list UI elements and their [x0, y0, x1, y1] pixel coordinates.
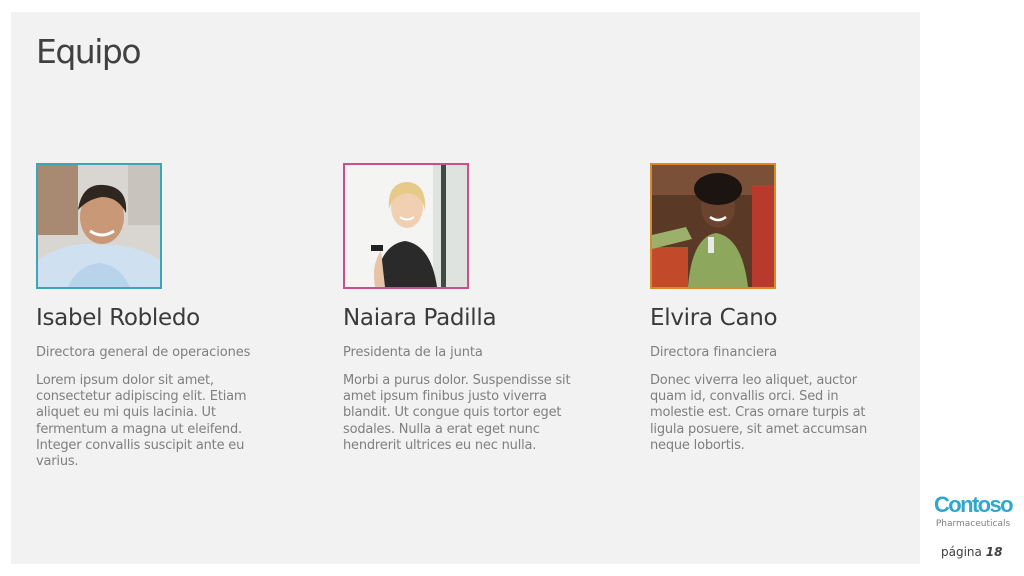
member-role[interactable]: Directora general de operaciones [36, 345, 276, 360]
company-logo: Contoso Pharmaceuticals [928, 493, 1018, 531]
page-number-value: 18 [985, 545, 1003, 559]
team-member-card: Isabel Robledo Directora general de oper… [36, 163, 276, 470]
logo-subtitle: Pharmaceuticals [935, 519, 1011, 529]
woman-portrait-image [652, 165, 774, 287]
member-name[interactable]: Naiara Padilla [343, 305, 583, 331]
member-role[interactable]: Directora financiera [650, 345, 890, 360]
member-role[interactable]: Presidenta de la junta [343, 345, 583, 360]
member-name[interactable]: Isabel Robledo [36, 305, 276, 331]
member-name[interactable]: Elvira Cano [650, 305, 890, 331]
member-bio[interactable]: Lorem ipsum dolor sit amet, consectetur … [36, 373, 268, 470]
member-bio[interactable]: Donec viverra leo aliquet, auctor quam i… [650, 373, 882, 454]
logo-wordmark: Contoso [933, 492, 1014, 517]
member-photo[interactable] [36, 163, 162, 289]
team-member-card: Elvira Cano Directora financiera Donec v… [650, 163, 890, 454]
member-photo[interactable] [343, 163, 469, 289]
slide-canvas: Equipo Isabel Robledo Directora general … [11, 12, 920, 564]
member-photo[interactable] [650, 163, 776, 289]
woman-portrait-image [345, 165, 467, 287]
slide-title[interactable]: Equipo [36, 32, 142, 71]
team-member-card: Naiara Padilla Presidenta de la junta Mo… [343, 163, 583, 454]
page-number: página 18 [941, 545, 1002, 559]
member-bio[interactable]: Morbi a purus dolor. Suspendisse sit ame… [343, 373, 575, 454]
page-label: página [941, 545, 982, 559]
man-portrait-image [38, 165, 160, 287]
